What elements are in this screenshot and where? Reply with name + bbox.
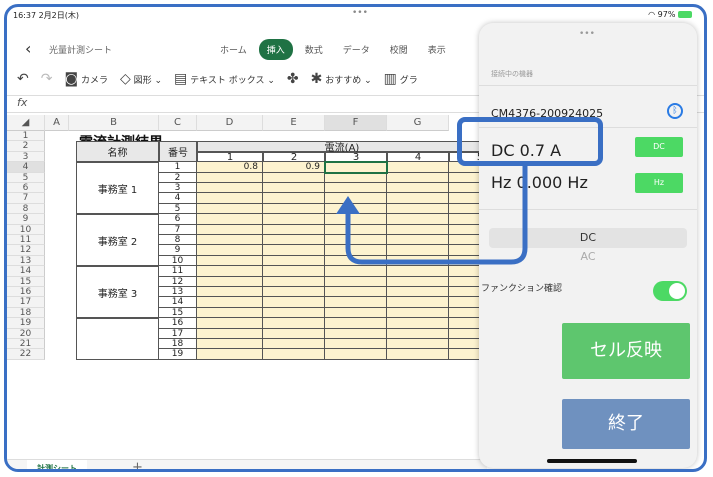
reflect-arrow	[336, 166, 528, 265]
arrow-path	[345, 166, 528, 265]
arrowhead	[336, 196, 360, 214]
